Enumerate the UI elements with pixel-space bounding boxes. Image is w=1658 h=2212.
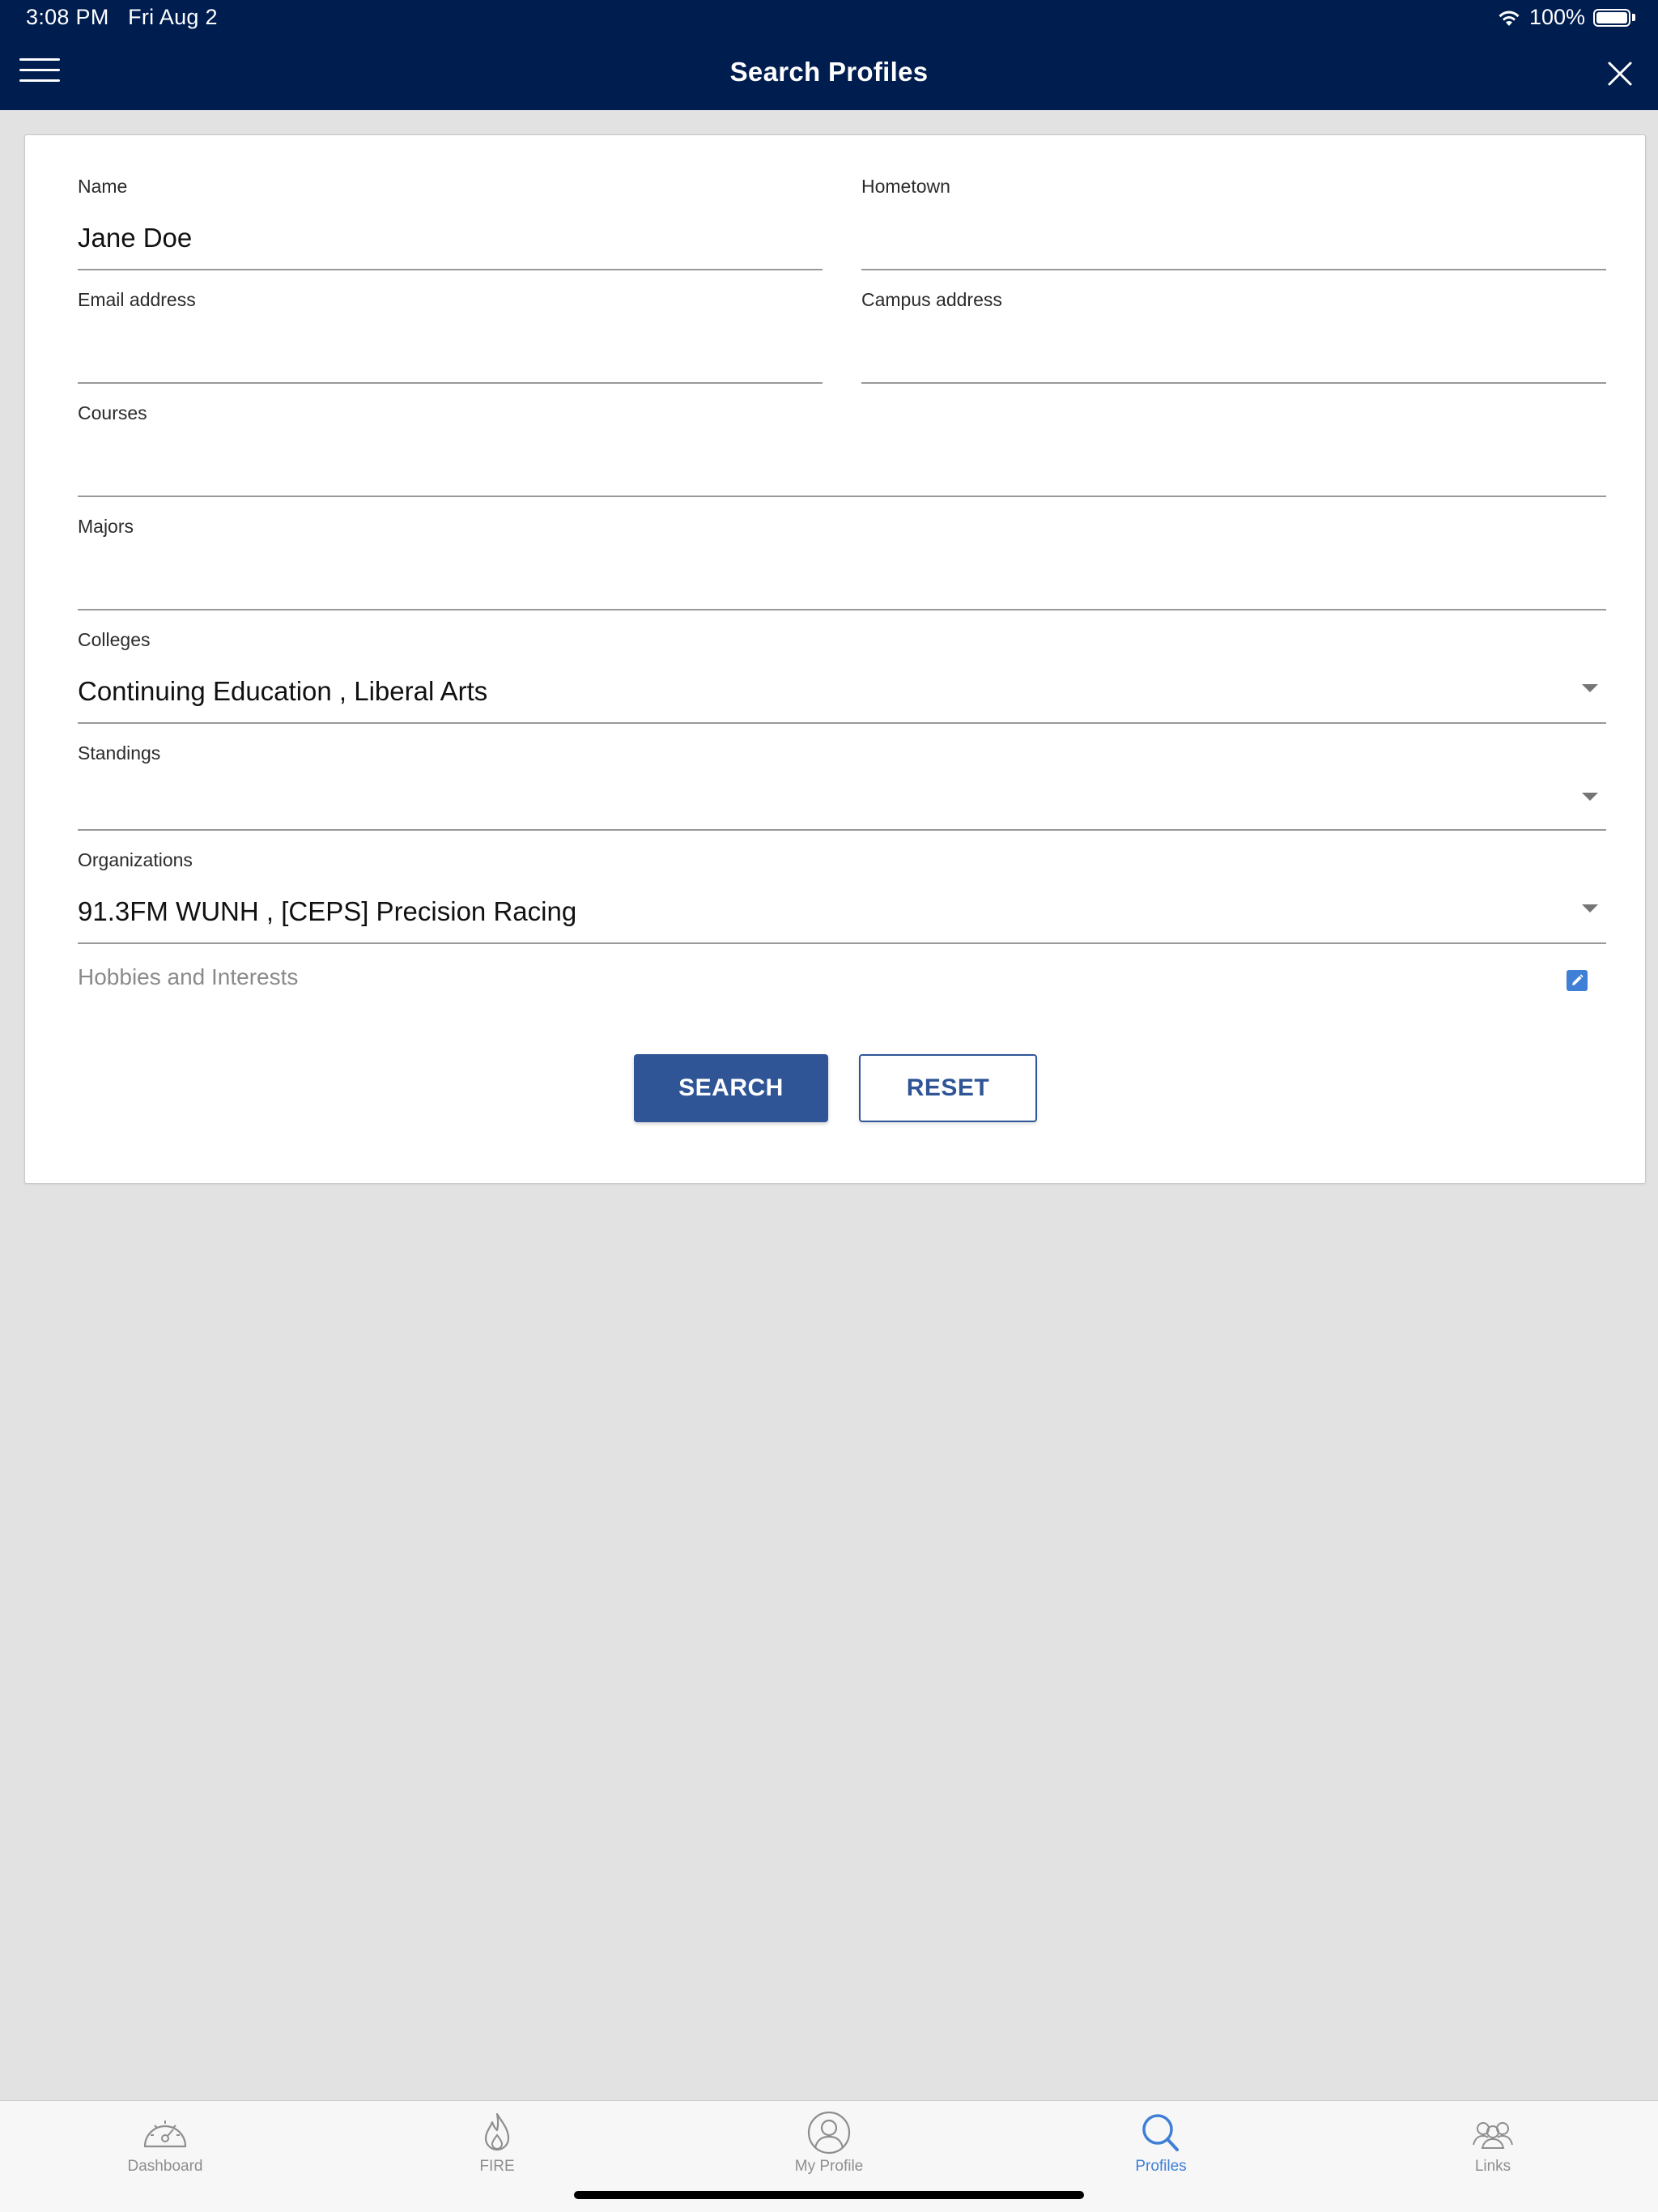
edit-icon[interactable]: [1567, 970, 1588, 991]
top-header: 3:08 PM Fri Aug 2 100% Search Profiles: [0, 0, 1658, 110]
courses-field[interactable]: Courses: [78, 402, 1606, 497]
chevron-down-icon: [1582, 904, 1598, 912]
colleges-label: Colleges: [78, 629, 151, 650]
hometown-label: Hometown: [861, 176, 950, 197]
tab-dashboard[interactable]: Dashboard: [44, 2101, 287, 2190]
tab-fire[interactable]: FIRE: [376, 2101, 619, 2190]
tab-my-profile-label: My Profile: [794, 2158, 864, 2175]
organizations-value: 91.3FM WUNH , [CEPS] Precision Racing: [78, 896, 577, 926]
search-form-card: Name Jane Doe Hometown Email address Cam…: [24, 134, 1646, 1184]
standings-label: Standings: [78, 742, 161, 764]
name-value: Jane Doe: [78, 223, 193, 253]
close-icon[interactable]: [1606, 60, 1634, 87]
page-title: Search Profiles: [729, 57, 929, 87]
status-bar-right: 100%: [1497, 5, 1635, 30]
status-bar-time: 3:08 PM Fri Aug 2: [26, 5, 218, 30]
colleges-select[interactable]: Colleges Continuing Education , Liberal …: [78, 629, 1606, 724]
courses-label: Courses: [78, 402, 147, 423]
name-label: Name: [78, 176, 128, 197]
tab-profiles-label: Profiles: [1135, 2158, 1187, 2175]
majors-field[interactable]: Majors: [78, 516, 1606, 610]
battery-icon: [1593, 8, 1635, 27]
tab-fire-label: FIRE: [479, 2158, 515, 2175]
reset-button[interactable]: RESET: [859, 1054, 1037, 1122]
search-icon: [1142, 2114, 1179, 2151]
status-date-text: Fri Aug 2: [128, 5, 218, 29]
email-field[interactable]: Email address: [78, 289, 823, 384]
dashboard-gauge-icon: [143, 2121, 187, 2148]
email-label: Email address: [78, 289, 196, 310]
campus-address-field[interactable]: Campus address: [861, 289, 1606, 384]
organizations-label: Organizations: [78, 849, 193, 870]
tab-links-label: Links: [1474, 2158, 1511, 2175]
tab-my-profile[interactable]: My Profile: [708, 2101, 950, 2190]
name-field[interactable]: Name Jane Doe: [78, 176, 823, 270]
colleges-value: Continuing Education , Liberal Arts: [78, 676, 488, 706]
chevron-down-icon: [1582, 684, 1598, 692]
home-indicator: [574, 2191, 1084, 2199]
tab-dashboard-label: Dashboard: [127, 2158, 203, 2175]
majors-label: Majors: [78, 516, 134, 537]
profile-icon: [807, 2111, 851, 2155]
status-time-text: 3:08 PM: [26, 5, 109, 29]
campus-address-label: Campus address: [861, 289, 1002, 310]
hometown-field[interactable]: Hometown: [861, 176, 1606, 270]
tab-links[interactable]: Links: [1371, 2101, 1614, 2190]
flame-icon: [484, 2112, 510, 2151]
standings-select[interactable]: Standings: [78, 742, 1606, 831]
wifi-icon: [1499, 11, 1520, 26]
battery-percent: 100%: [1528, 5, 1585, 29]
organizations-select[interactable]: Organizations 91.3FM WUNH , [CEPS] Preci…: [78, 849, 1606, 944]
tab-profiles[interactable]: Profiles: [1039, 2101, 1282, 2190]
search-button[interactable]: SEARCH: [634, 1054, 828, 1122]
people-group-icon: [1473, 2122, 1513, 2149]
hobbies-interests-label[interactable]: Hobbies and Interests: [78, 964, 298, 990]
chevron-down-icon: [1582, 793, 1598, 801]
